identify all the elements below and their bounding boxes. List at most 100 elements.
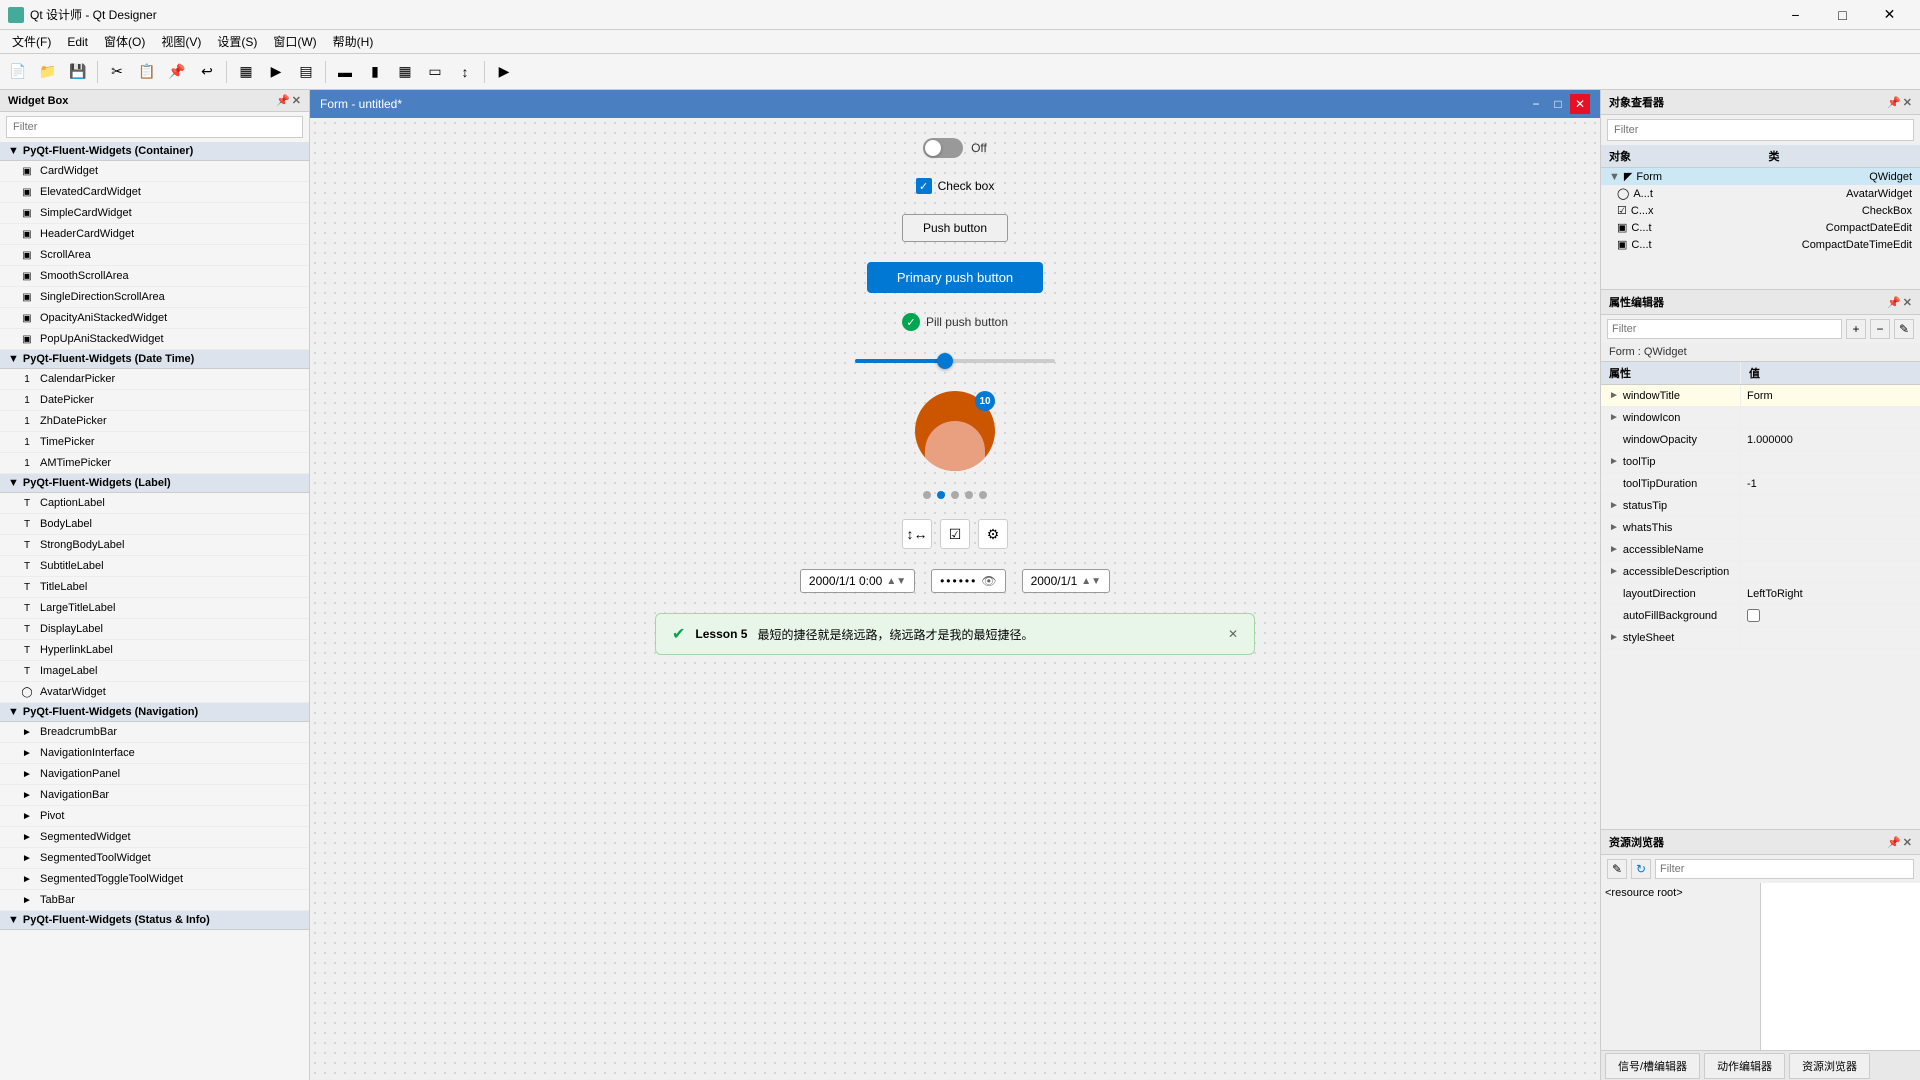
obj-tree-item-form[interactable]: ▼ ◤ Form QWidget [1601,168,1920,185]
object-inspector-filter-input[interactable] [1607,119,1914,141]
preview-button[interactable]: ▶ [490,58,518,86]
widget-item-largetitlelabel[interactable]: T LargeTitleLabel [0,598,309,619]
widget-item-segmentedtool[interactable]: ► SegmentedToolWidget [0,848,309,869]
widget-item-strongbodylabel[interactable]: T StrongBodyLabel [0,535,309,556]
dot-5[interactable] [979,491,987,499]
widget-box-close[interactable]: ✕ [292,94,301,107]
paste-button[interactable]: 📌 [163,58,191,86]
resource-edit-button[interactable]: ✎ [1607,859,1627,879]
maximize-button[interactable]: □ [1820,0,1865,30]
widget-item-segmented[interactable]: ► SegmentedWidget [0,827,309,848]
menu-edit[interactable]: Edit [59,33,96,51]
datetime-input-1[interactable]: 2000/1/1 0:00 ▲▼ [800,569,915,593]
property-filter-input[interactable] [1607,319,1842,339]
cut-button[interactable]: ✂ [103,58,131,86]
widget-item-titlelabel[interactable]: T TitleLabel [0,577,309,598]
password-eye-icon[interactable]: 👁 [981,574,996,588]
bottom-tab-resource[interactable]: 资源浏览器 [1789,1053,1870,1079]
object-inspector-pin[interactable]: 📌 [1887,96,1901,109]
slider-thumb[interactable] [937,353,953,369]
obj-tree-item-avatar[interactable]: ◯ A...t AvatarWidget [1601,185,1920,202]
autofill-checkbox[interactable] [1747,609,1760,622]
signal-editor-button[interactable]: ▶ [262,58,290,86]
category-status[interactable]: ▼ PyQt-Fluent-Widgets (Status & Info) [0,911,309,930]
property-edit-button[interactable]: ✎ [1894,319,1914,339]
widget-item-headercard[interactable]: ▣ HeaderCardWidget [0,224,309,245]
widget-item-avatarwidget[interactable]: ◯ AvatarWidget [0,682,309,703]
resource-refresh-button[interactable]: ↻ [1631,859,1651,879]
break-layout-button[interactable]: ▭ [421,58,449,86]
bottom-tab-action[interactable]: 动作编辑器 [1704,1053,1785,1079]
date-input-2[interactable]: 2000/1/1 ▲▼ [1022,569,1111,593]
bottom-tab-signal[interactable]: 信号/槽编辑器 [1605,1053,1700,1079]
prop-expand-stylesheet[interactable]: ► [1609,632,1619,643]
form-restore-button[interactable]: □ [1548,94,1568,114]
dot-3[interactable] [951,491,959,499]
new-button[interactable]: 📄 [4,58,32,86]
property-remove-button[interactable]: − [1870,319,1890,339]
dot-4[interactable] [965,491,973,499]
tab-order-button[interactable]: ▤ [292,58,320,86]
widget-filter-input[interactable] [6,116,303,138]
password-input[interactable]: •••••• 👁 [931,569,1005,593]
widget-item-amtimepicker[interactable]: 1 AMTimePicker [0,453,309,474]
date-arrow-2[interactable]: ▲▼ [1081,576,1101,587]
form-close-button[interactable]: ✕ [1570,94,1590,114]
icon-btn-check[interactable]: ☑ [940,519,970,549]
widget-item-pivot[interactable]: ► Pivot [0,806,309,827]
category-navigation[interactable]: ▼ PyQt-Fluent-Widgets (Navigation) [0,703,309,722]
menu-window[interactable]: 窗口(W) [265,31,324,52]
icon-btn-settings[interactable]: ⚙ [978,519,1008,549]
widget-item-imagelabel[interactable]: T ImageLabel [0,661,309,682]
widget-item-smoothscroll[interactable]: ▣ SmoothScrollArea [0,266,309,287]
resource-filter-input[interactable] [1655,859,1914,879]
property-add-button[interactable]: + [1846,319,1866,339]
primary-push-button[interactable]: Primary push button [867,262,1043,293]
minimize-button[interactable]: − [1773,0,1818,30]
prop-expand-statustip[interactable]: ► [1609,500,1619,511]
prop-expand-accessibledesc[interactable]: ► [1609,566,1619,577]
object-inspector-close[interactable]: ✕ [1903,96,1912,109]
widget-item-datepicker[interactable]: 1 DatePicker [0,390,309,411]
widget-item-scrollarea[interactable]: ▣ ScrollArea [0,245,309,266]
category-label[interactable]: ▼ PyQt-Fluent-Widgets (Label) [0,474,309,493]
widget-item-opacitystacked[interactable]: ▣ OpacityAniStackedWidget [0,308,309,329]
widget-item-displaylabel[interactable]: T DisplayLabel [0,619,309,640]
widget-item-navbar[interactable]: ► NavigationBar [0,785,309,806]
resource-browser-pin[interactable]: 📌 [1887,836,1901,849]
menu-file[interactable]: 文件(F) [4,31,59,52]
resource-browser-close[interactable]: ✕ [1903,836,1912,849]
adjust-size-button[interactable]: ↕ [451,58,479,86]
dot-1[interactable] [923,491,931,499]
prop-expand-tooltip[interactable]: ► [1609,456,1619,467]
toggle-track[interactable] [923,138,963,158]
widget-item-singledirscroll[interactable]: ▣ SingleDirectionScrollArea [0,287,309,308]
property-editor-close[interactable]: ✕ [1903,296,1912,309]
menu-settings[interactable]: 设置(S) [209,31,265,52]
widget-item-elevatedcard[interactable]: ▣ ElevatedCardWidget [0,182,309,203]
prop-expand-accessiblename[interactable]: ► [1609,544,1619,555]
layout-v-button[interactable]: ▮ [361,58,389,86]
layout-grid-button[interactable]: ▦ [391,58,419,86]
menu-help[interactable]: 帮助(H) [325,31,382,52]
widget-item-subtitlelabel[interactable]: T SubtitleLabel [0,556,309,577]
checkbox-box[interactable]: ✓ [916,178,932,194]
prop-expand-windowicon[interactable]: ► [1609,412,1619,423]
notification-close-button[interactable]: ✕ [1228,627,1238,641]
icon-btn-move[interactable]: ↕↔ [902,519,932,549]
form-canvas[interactable]: Off ✓ Check box Push button Primary push… [310,118,1600,1080]
widget-box-pin[interactable]: 📌 [276,94,290,107]
widget-item-bodylabel[interactable]: T BodyLabel [0,514,309,535]
widget-item-timepicker[interactable]: 1 TimePicker [0,432,309,453]
resource-root-label[interactable]: <resource root> [1605,887,1683,899]
form-minimize-button[interactable]: − [1526,94,1546,114]
widget-item-popupstacked[interactable]: ▣ PopUpAniStackedWidget [0,329,309,350]
layout-h-button[interactable]: ▬ [331,58,359,86]
copy-button[interactable]: 📋 [133,58,161,86]
obj-tree-item-checkbox[interactable]: ☑ C...x CheckBox [1601,202,1920,219]
undo-button[interactable]: ↩ [193,58,221,86]
category-container[interactable]: ▼ PyQt-Fluent-Widgets (Container) [0,142,309,161]
menu-form[interactable]: 窗体(O) [96,31,153,52]
close-button[interactable]: ✕ [1867,0,1912,30]
prop-expand-windowtitle[interactable]: ► [1609,390,1619,401]
